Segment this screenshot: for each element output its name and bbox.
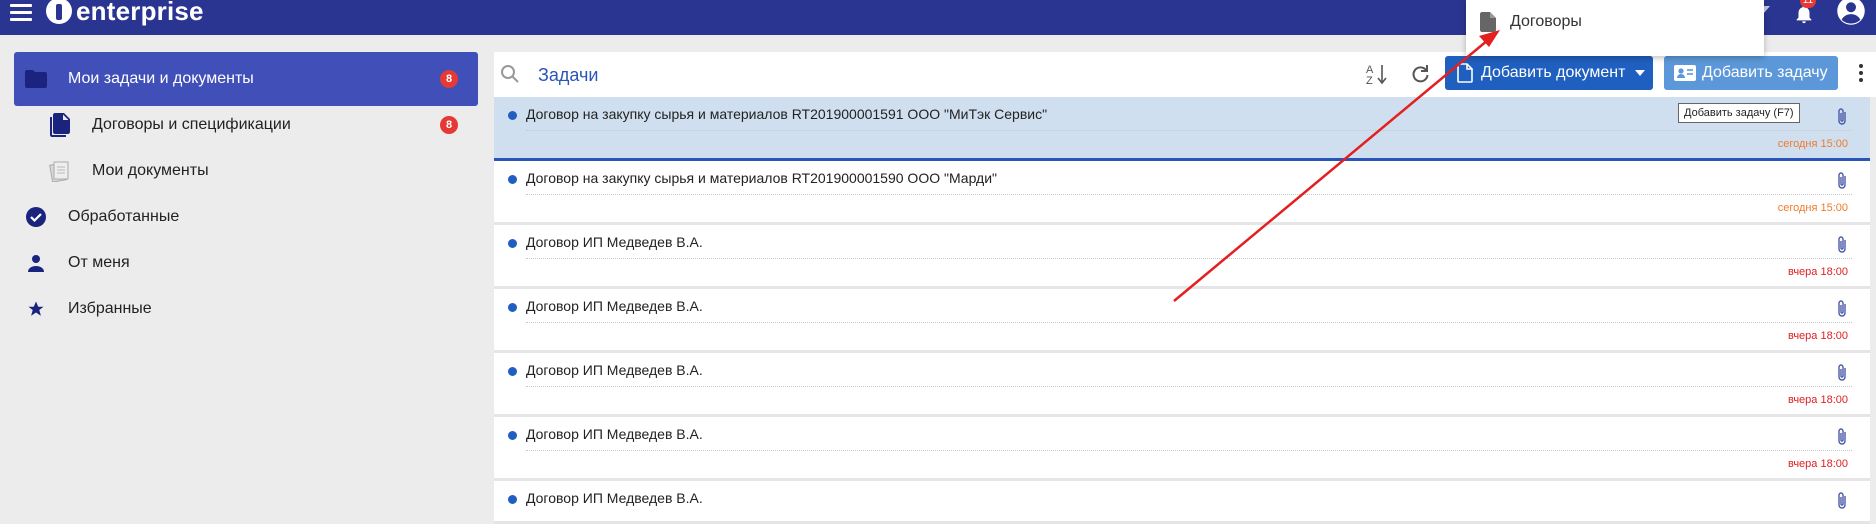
task-time: сегодня 15:00 <box>1777 202 1848 214</box>
task-title: Договор ИП Медведев В.А. <box>526 490 703 506</box>
add-task-label: Добавить задачу <box>1702 64 1828 81</box>
sidebar-item-label: Мои документы <box>92 162 209 179</box>
task-title: Договор ИП Медведев В.А. <box>526 298 703 314</box>
task-row[interactable]: Договор ИП Медведев В.А. вчера 18:00 <box>494 417 1870 481</box>
sidebar-item-favorites[interactable]: Избранные <box>14 282 478 336</box>
attachment-icon[interactable] <box>1836 235 1848 255</box>
logo-text: enterprise <box>76 0 204 26</box>
sidebar-item-label: Избранные <box>68 300 152 317</box>
search-icon <box>501 65 519 83</box>
attachment-icon[interactable] <box>1836 171 1848 191</box>
check-circle-icon <box>24 205 48 229</box>
attachment-icon[interactable] <box>1836 363 1848 383</box>
unread-dot-icon <box>508 239 517 248</box>
attachment-icon[interactable] <box>1836 491 1848 511</box>
task-row[interactable]: Договор ИП Медведев В.А. вчера 18:00 <box>494 289 1870 353</box>
add-task-button[interactable]: Добавить задачу <box>1664 56 1838 90</box>
task-toolbar: A Z Добавить документ Добавить задачу <box>494 52 1876 97</box>
task-time: вчера 18:00 <box>1787 330 1848 342</box>
add-document-button[interactable]: Добавить документ <box>1445 56 1653 90</box>
menu-item-label: Договоры <box>1510 13 1582 30</box>
unread-dot-icon <box>508 367 517 376</box>
unread-dot-icon <box>508 495 517 504</box>
task-time: сегодня 15:00 <box>1777 138 1848 150</box>
refresh-icon[interactable] <box>1408 62 1432 86</box>
tooltip: Добавить задачу (F7) <box>1678 103 1800 123</box>
unread-dot-icon <box>508 111 517 120</box>
task-title: Договор ИП Медведев В.А. <box>526 362 703 378</box>
more-vert-icon[interactable] <box>1859 64 1865 86</box>
attachment-icon[interactable] <box>1836 299 1848 319</box>
sidebar-item-label: Мои задачи и документы <box>68 70 254 87</box>
divider <box>526 130 1852 131</box>
sidebar-item-label: Обработанные <box>68 208 180 225</box>
file-icon <box>1480 12 1496 32</box>
document-stack-icon <box>48 113 72 137</box>
divider <box>526 258 1852 259</box>
folder-icon <box>24 67 48 91</box>
unread-dot-icon <box>508 303 517 312</box>
sidebar-item-label: Договоры и спецификации <box>92 116 291 133</box>
sidebar: Мои задачи и документы 8 Договоры и спец… <box>0 35 492 521</box>
papers-icon <box>48 159 72 183</box>
attachment-icon[interactable] <box>1836 107 1848 127</box>
add-document-label: Добавить документ <box>1481 64 1626 81</box>
divider <box>526 386 1852 387</box>
task-row[interactable]: Договор ИП Медведев В.А. вчера 18:00 <box>494 353 1870 417</box>
attachment-icon[interactable] <box>1836 427 1848 447</box>
count-badge: 8 <box>440 70 458 88</box>
chevron-down-icon <box>1635 70 1646 76</box>
task-title: Договор ИП Медведев В.А. <box>526 426 703 442</box>
id-card-icon <box>1674 65 1696 81</box>
search-input[interactable] <box>536 60 1140 90</box>
task-row[interactable]: Договор ИП Медведев В.А. вчера 18:00 <box>494 225 1870 289</box>
sidebar-item-label: От меня <box>68 254 130 271</box>
task-row[interactable]: Договор на закупку сырья и материалов RT… <box>494 161 1870 225</box>
sort-az-icon[interactable]: A Z <box>1364 62 1390 86</box>
star-icon <box>24 297 48 321</box>
menu-icon[interactable] <box>10 4 32 22</box>
unread-dot-icon <box>508 431 517 440</box>
task-row[interactable]: Договор ИП Медведев В.А. <box>494 481 1870 524</box>
task-title: Договор ИП Медведев В.А. <box>526 234 703 250</box>
count-badge: 8 <box>440 116 458 134</box>
task-time: вчера 18:00 <box>1787 458 1848 470</box>
logo-mark-icon <box>46 0 72 24</box>
divider <box>526 450 1852 451</box>
account-icon[interactable] <box>1836 0 1866 26</box>
add-document-menu: Договоры <box>1466 0 1764 56</box>
task-time: вчера 18:00 <box>1787 266 1848 278</box>
divider <box>526 194 1852 195</box>
svg-text:Z: Z <box>1366 75 1373 86</box>
task-time: вчера 18:00 <box>1787 394 1848 406</box>
divider <box>526 322 1852 323</box>
menu-item-contracts[interactable]: Договоры <box>1466 0 1764 44</box>
task-title: Договор на закупку сырья и материалов RT… <box>526 106 1048 122</box>
task-title: Договор на закупку сырья и материалов RT… <box>526 170 997 186</box>
document-icon <box>1457 63 1473 83</box>
task-row[interactable]: Договор на закупку сырья и материалов RT… <box>494 97 1870 161</box>
unread-dot-icon <box>508 175 517 184</box>
person-icon <box>24 251 48 275</box>
app-logo[interactable]: enterprise <box>46 0 204 28</box>
